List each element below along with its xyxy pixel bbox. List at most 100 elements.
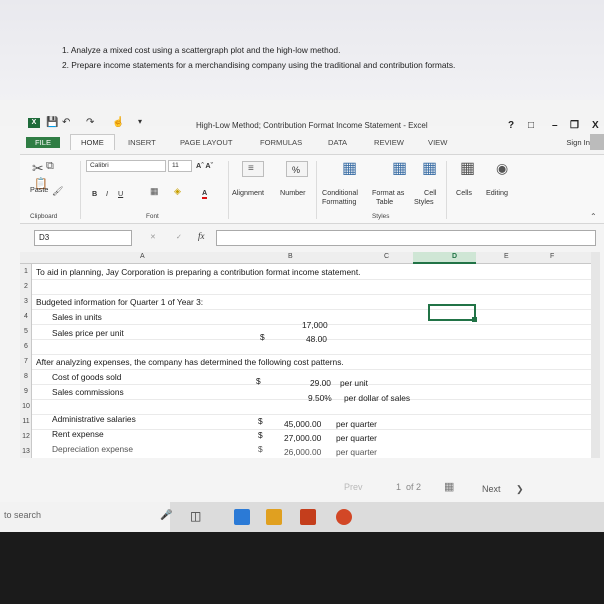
conditional-formatting-line2[interactable]: Formatting — [322, 197, 356, 206]
sign-in-link[interactable]: Sign In — [566, 138, 590, 147]
cell-b8[interactable]: 29.00 — [310, 378, 331, 388]
task-view-icon[interactable]: ◫ — [190, 509, 201, 523]
edge-icon[interactable] — [234, 509, 250, 525]
cell-b9[interactable]: 9.50% — [308, 393, 332, 403]
cancel-icon[interactable]: ✕ — [150, 232, 156, 241]
row-header[interactable]: 2 — [20, 283, 32, 290]
row-header[interactable]: 1 — [20, 268, 32, 275]
worksheet-grid[interactable]: A B C D E F 1 2 3 4 5 6 7 8 9 10 11 12 1… — [20, 252, 600, 458]
redo-icon[interactable]: ↷ — [86, 117, 94, 128]
font-color-button[interactable]: A — [202, 188, 208, 199]
cell-c8[interactable]: per unit — [340, 378, 368, 388]
cells-icon[interactable]: ▦ — [460, 161, 475, 177]
cell-c11[interactable]: per quarter — [336, 419, 377, 429]
row-header[interactable]: 4 — [20, 313, 32, 320]
font-name-select[interactable]: Calibri — [86, 160, 166, 172]
ribbon-display-button[interactable]: □ — [528, 120, 534, 131]
cell-b13[interactable]: 26,000.00 — [284, 447, 321, 457]
cell-styles-line2[interactable]: Styles — [414, 197, 434, 206]
borders-icon[interactable]: ▦ — [150, 187, 159, 196]
font-size-select[interactable]: 11 — [168, 160, 192, 172]
row-header[interactable]: 13 — [20, 448, 32, 455]
enter-icon[interactable]: ✓ — [176, 232, 182, 241]
number-format-icon[interactable]: % — [286, 161, 308, 177]
editing-button[interactable]: Editing — [486, 188, 508, 197]
cell-a3[interactable]: Budgeted information for Quarter 1 of Ye… — [36, 297, 203, 307]
file-explorer-icon[interactable] — [266, 509, 282, 525]
tab-file[interactable]: FILE — [26, 137, 61, 148]
cell-b11[interactable]: 45,000.00 — [284, 419, 321, 429]
row-header[interactable]: 9 — [20, 388, 32, 395]
format-as-table-icon[interactable]: ▦ — [392, 161, 407, 177]
cut-icon[interactable]: ✂ — [32, 161, 44, 175]
next-arrow-icon[interactable]: ❯ — [516, 484, 524, 495]
mail-icon[interactable] — [300, 509, 316, 525]
cell-a7[interactable]: After analyzing expenses, the company ha… — [36, 357, 344, 367]
vertical-scrollbar[interactable] — [591, 252, 600, 458]
tab-data[interactable]: DATA — [328, 138, 347, 147]
name-box[interactable]: D3 — [34, 230, 132, 246]
cell-a8[interactable]: Cost of goods sold — [52, 372, 121, 382]
cell-styles-icon[interactable]: ▦ — [422, 161, 437, 177]
tab-insert[interactable]: INSERT — [128, 138, 156, 147]
cell-a9[interactable]: Sales commissions — [52, 387, 124, 397]
cell-b5[interactable]: 48.00 — [306, 334, 327, 344]
format-as-table-line1[interactable]: Format as — [372, 188, 404, 197]
restore-icon[interactable]: ❐ — [570, 120, 579, 131]
row-header[interactable]: 11 — [20, 418, 32, 425]
cell-a4[interactable]: Sales in units — [52, 312, 102, 322]
cell-a1[interactable]: To aid in planning, Jay Corporation is p… — [36, 267, 360, 277]
column-header-d[interactable]: D — [452, 253, 457, 260]
cell-c12[interactable]: per quarter — [336, 433, 377, 443]
cell-b12[interactable]: 27,000.00 — [284, 433, 321, 443]
bold-button[interactable]: B — [92, 189, 97, 198]
paste-button[interactable]: Paste — [30, 185, 48, 194]
fill-color-icon[interactable]: ◈ — [174, 187, 181, 196]
close-button[interactable]: X — [592, 120, 599, 131]
fill-handle[interactable] — [472, 317, 477, 322]
undo-icon[interactable]: ↶ — [62, 117, 70, 128]
avatar[interactable] — [590, 134, 604, 150]
row-header[interactable]: 3 — [20, 298, 32, 305]
help-button[interactable]: ? — [508, 120, 514, 131]
next-button[interactable]: Next — [482, 484, 501, 494]
row-header[interactable]: 12 — [20, 433, 32, 440]
alignment-icon[interactable]: ≡ — [242, 161, 264, 177]
row-header[interactable]: 5 — [20, 328, 32, 335]
tab-home[interactable]: HOME — [70, 134, 115, 150]
number-button[interactable]: Number — [280, 188, 306, 197]
insert-function-icon[interactable]: fx — [198, 231, 205, 241]
cell-c9[interactable]: per dollar of sales — [344, 393, 410, 403]
alignment-button[interactable]: Alignment — [232, 188, 264, 197]
column-header-a[interactable]: A — [140, 253, 145, 260]
format-painter-icon[interactable]: 🖌 — [52, 187, 63, 196]
cell-a5[interactable]: Sales price per unit — [52, 328, 124, 338]
touch-mode-icon[interactable]: ☝ — [112, 117, 124, 128]
microphone-icon[interactable]: 🎤 — [160, 510, 172, 521]
editing-binoculars-icon[interactable]: ◉ — [496, 161, 508, 175]
cell-a13[interactable]: Depreciation expense — [52, 444, 133, 454]
prev-button[interactable]: Prev — [344, 482, 363, 492]
row-header[interactable]: 7 — [20, 358, 32, 365]
format-as-table-line2[interactable]: Table — [376, 197, 393, 206]
column-header-c[interactable]: C — [384, 253, 389, 260]
row-header[interactable]: 8 — [20, 373, 32, 380]
tab-review[interactable]: REVIEW — [374, 138, 404, 147]
powerpoint-icon[interactable] — [336, 509, 352, 525]
underline-button[interactable]: U — [118, 189, 123, 198]
active-cell-selection[interactable] — [428, 304, 476, 321]
row-header[interactable]: 6 — [20, 343, 32, 350]
cell-a12[interactable]: Rent expense — [52, 429, 104, 439]
column-header-f[interactable]: F — [550, 253, 554, 260]
customize-qat-icon[interactable]: ▾ — [138, 117, 142, 126]
cell-b4[interactable]: 17,000 — [302, 320, 328, 330]
conditional-formatting-line1[interactable]: Conditional — [322, 188, 358, 197]
minimize-button[interactable]: – — [552, 120, 558, 131]
tab-formulas[interactable]: FORMULAS — [260, 138, 302, 147]
grow-shrink-font-button[interactable]: Aˆ Aˇ — [196, 161, 213, 170]
tab-view[interactable]: VIEW — [428, 138, 447, 147]
column-header-e[interactable]: E — [504, 253, 509, 260]
copy-icon[interactable]: ⧉ — [46, 161, 54, 172]
tab-page-layout[interactable]: PAGE LAYOUT — [180, 138, 232, 147]
conditional-formatting-icon[interactable]: ▦ — [342, 161, 357, 177]
